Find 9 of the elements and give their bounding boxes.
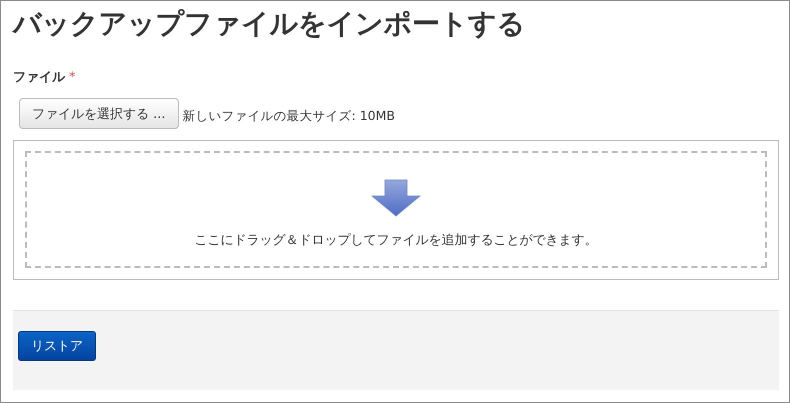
drop-zone[interactable]: ここにドラッグ＆ドロップしてファイルを追加することができます。 [13,140,779,280]
drop-hint-text: ここにドラッグ＆ドロップしてファイルを追加することができます。 [194,232,598,249]
choose-file-button[interactable]: ファイルを選択する ... [19,98,179,129]
required-mark: * [69,70,76,84]
page-title: バックアップファイルをインポートする [13,6,526,42]
restore-button[interactable]: リストア [18,331,96,361]
field-label: ファイル [13,69,65,86]
down-arrow-icon [371,179,421,219]
max-size-text: 新しいファイルの最大サイズ: 10MB [182,108,395,125]
